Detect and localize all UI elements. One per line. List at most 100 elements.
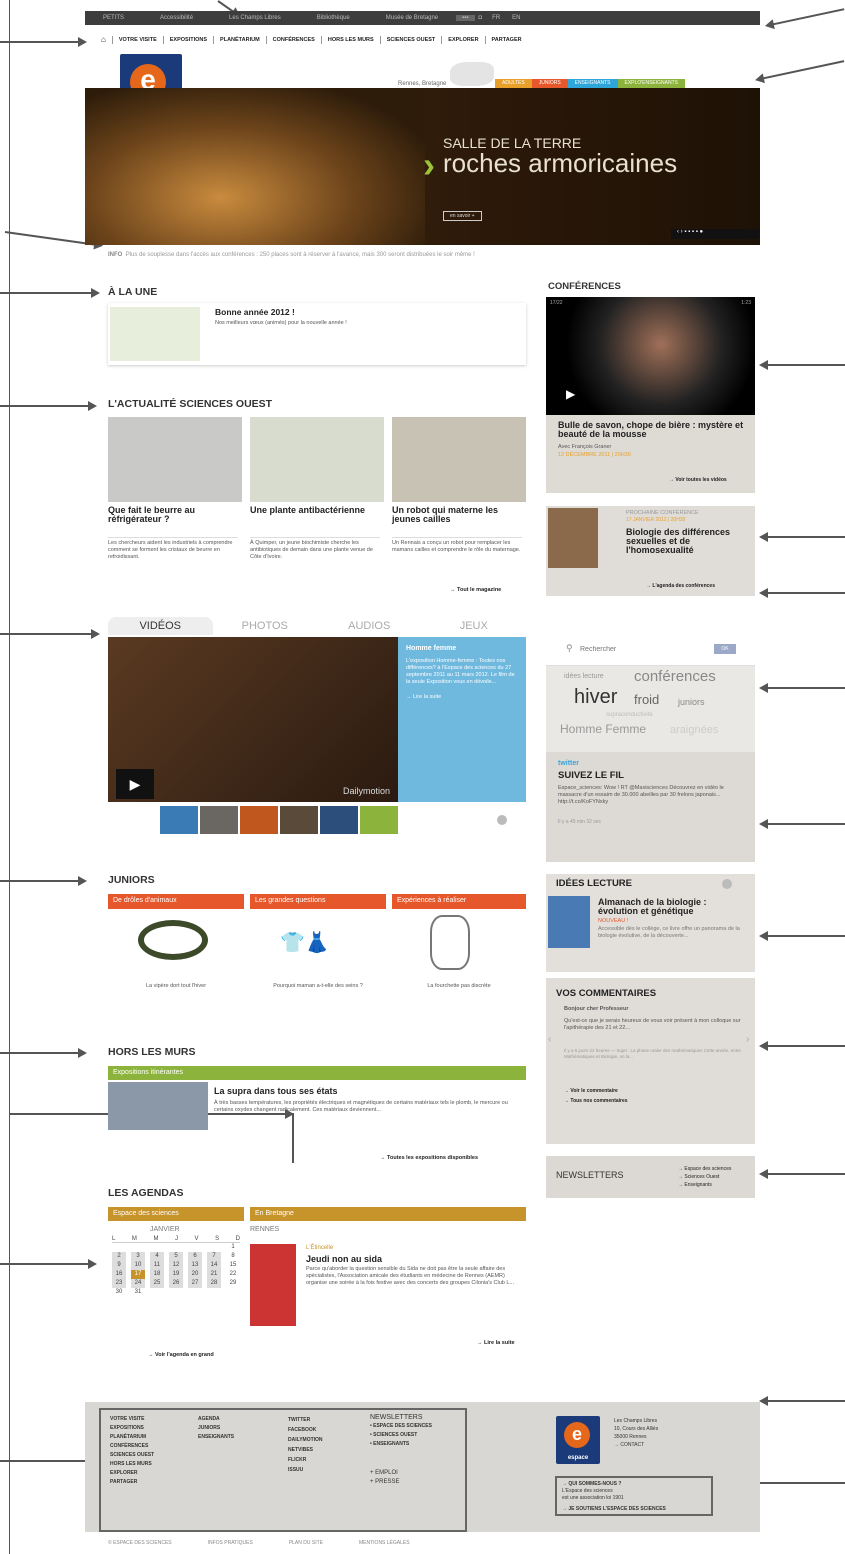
junior-caption[interactable]: La fourchette pas discrète: [392, 983, 526, 990]
calendar-day[interactable]: 16: [112, 1270, 126, 1279]
footer-link[interactable]: • ENSEIGNANTS: [370, 1440, 432, 1449]
footer-link[interactable]: JUNIORS: [198, 1424, 234, 1433]
netvibes-icon[interactable]: NETVIBES: [288, 1445, 323, 1455]
junior-caption[interactable]: La vipère dort tout l'hiver: [108, 983, 244, 990]
bottom-link[interactable]: © ESPACE DES SCIENCES: [108, 1540, 172, 1546]
footer-link[interactable]: CONFÉRENCES: [110, 1442, 154, 1451]
audience-tab-adultes[interactable]: ADULTES: [495, 79, 532, 88]
une-title[interactable]: Bonne année 2012 !: [215, 307, 295, 317]
topbar-link[interactable]: Bibliothèque: [299, 15, 368, 21]
all-videos-link[interactable]: → Voir toutes les vidéos: [669, 477, 727, 483]
calendar-day[interactable]: 21: [207, 1270, 221, 1279]
nav-item[interactable]: EXPOSITIONS: [164, 36, 215, 44]
nav-item[interactable]: EXPLORER: [442, 36, 486, 44]
calendar-day[interactable]: 29: [226, 1279, 240, 1288]
calendar-day[interactable]: 23: [112, 1279, 126, 1288]
calendar-day[interactable]: 9: [112, 1261, 126, 1270]
calendar-day[interactable]: 18: [150, 1270, 164, 1279]
conference-title[interactable]: Bulle de savon, chope de bière : mystère…: [558, 421, 748, 439]
bottom-link[interactable]: INFOS PRATIQUES: [208, 1540, 253, 1546]
book-cover[interactable]: [548, 896, 590, 948]
junior-tag[interactable]: Expériences à réaliser: [392, 894, 526, 909]
article-image[interactable]: [108, 417, 242, 502]
calendar-day[interactable]: 4: [150, 1252, 164, 1261]
video-thumbnail[interactable]: [200, 806, 238, 834]
next-arrow-icon[interactable]: [722, 879, 732, 889]
calendar-day[interactable]: 13: [188, 1261, 202, 1270]
video-thumbnail[interactable]: [280, 806, 318, 834]
search-input[interactable]: [580, 643, 710, 655]
home-icon[interactable]: ⌂: [95, 36, 113, 44]
support-link[interactable]: → JE SOUTIENS L'ESPACE DES SCIENCES: [562, 1506, 666, 1513]
horsmurs-more[interactable]: → Toutes les expositions disponibles: [380, 1155, 478, 1161]
article-image[interactable]: [392, 417, 526, 502]
font-size-controls[interactable]: ▪▪▪: [456, 15, 475, 21]
calendar-day[interactable]: 6: [188, 1252, 202, 1261]
une-card[interactable]: Bonne année 2012 ! Nos meilleurs vœux (a…: [108, 303, 526, 365]
hero-more-button[interactable]: en savoir +: [443, 211, 482, 221]
conference-agenda-link[interactable]: → L'agenda des conférences: [646, 583, 715, 589]
rss-icon[interactable]: ◘: [475, 15, 487, 21]
tag-link[interactable]: conférences: [634, 668, 716, 685]
video-thumbnail[interactable]: [360, 806, 398, 834]
search-button[interactable]: OK: [714, 644, 736, 654]
junior-caption[interactable]: Pourquoi maman a-t-elle des seins ?: [250, 983, 386, 990]
event-more[interactable]: → Lire la suite: [477, 1340, 515, 1346]
lecture-title[interactable]: Almanach de la biologie : évolution et g…: [598, 898, 748, 916]
view-comment-link[interactable]: → Voir le commentaire: [564, 1088, 618, 1094]
nav-item[interactable]: SCIENCES OUEST: [381, 36, 443, 44]
calendar-more[interactable]: → Voir l'agenda en grand: [148, 1352, 214, 1358]
footer-link[interactable]: • SCIENCES OUEST: [370, 1431, 432, 1440]
actu-more-link[interactable]: → Tout le magazine: [450, 587, 501, 593]
event-poster[interactable]: [250, 1244, 296, 1326]
article-title[interactable]: Que fait le beurre au réfrigérateur ?: [108, 506, 242, 524]
tag-link[interactable]: supraconductivité: [606, 712, 653, 718]
calendar-day[interactable]: 19: [169, 1270, 183, 1279]
calendar-day[interactable]: 25: [150, 1279, 164, 1288]
footer-link[interactable]: SCIENCES OUEST: [110, 1451, 154, 1460]
article-title[interactable]: Une plante antibactérienne: [250, 506, 384, 515]
junior-tag[interactable]: Les grandes questions: [250, 894, 386, 909]
calendar-day[interactable]: 8: [226, 1252, 240, 1261]
lang-en[interactable]: EN: [506, 15, 526, 21]
event-title[interactable]: Jeudi non au sida: [306, 1255, 382, 1264]
calendar-day[interactable]: 24: [131, 1279, 145, 1288]
video-thumbnail[interactable]: [160, 806, 198, 834]
calendar-day[interactable]: 14: [207, 1261, 221, 1270]
facebook-icon[interactable]: FACEBOOK: [288, 1425, 323, 1435]
comment-text[interactable]: Qu'est-ce que je serais heureux de vous …: [564, 1018, 742, 1032]
calendar-day[interactable]: 17: [131, 1270, 145, 1279]
who-link[interactable]: → QUI SOMMES-NOUS ?: [562, 1481, 666, 1488]
agenda-tab-espace[interactable]: Espace des sciences: [108, 1207, 244, 1221]
lang-fr[interactable]: FR: [486, 15, 506, 21]
tweet-text[interactable]: Espace_sciences: Wow ! RT @Maxisciences …: [558, 785, 748, 806]
footer-link[interactable]: HORS LES MURS: [110, 1460, 154, 1469]
horsmurs-image[interactable]: [108, 1082, 208, 1130]
footer-link[interactable]: + EMPLOI: [370, 1469, 432, 1478]
twitter-icon[interactable]: twitter: [558, 760, 579, 767]
video-thumbnail[interactable]: [320, 806, 358, 834]
footer-link[interactable]: AGENDA: [198, 1415, 234, 1424]
play-icon[interactable]: ▶: [116, 769, 154, 799]
footer-logo[interactable]: e espace: [556, 1416, 600, 1464]
calendar-day[interactable]: 7: [207, 1252, 221, 1261]
article-title[interactable]: Un robot qui materne les jeunes cailles: [392, 506, 526, 524]
audience-tab-enseignants[interactable]: ENSEIGNANTS: [567, 79, 618, 88]
calendar-day[interactable]: 27: [188, 1279, 202, 1288]
junior-tag[interactable]: De drôles d'animaux: [108, 894, 244, 909]
info-text[interactable]: Plus de souplesse dans l'accès aux confé…: [126, 252, 475, 258]
topbar-link[interactable]: Musée de Bretagne: [368, 15, 456, 21]
calendar-day[interactable]: 12: [169, 1261, 183, 1270]
topbar-link[interactable]: Accessibilité: [142, 15, 211, 21]
tag-link[interactable]: araignées: [670, 724, 718, 736]
tag-link[interactable]: froid: [634, 692, 659, 707]
calendar-day[interactable]: 11: [150, 1261, 164, 1270]
tag-link[interactable]: juniors: [678, 697, 705, 707]
newsletter-link[interactable]: → Sciences Ouest: [678, 1174, 719, 1180]
play-icon[interactable]: ▶: [566, 387, 575, 401]
nav-item[interactable]: CONFÉRENCES: [267, 36, 322, 44]
chevron-right-icon[interactable]: ›: [746, 1034, 749, 1045]
hero-pager[interactable]: ‹ › ▪ ▪ ▪ ▪ ●: [671, 229, 759, 239]
video-thumbnail[interactable]: [240, 806, 278, 834]
chevron-left-icon[interactable]: ‹: [548, 1034, 551, 1045]
